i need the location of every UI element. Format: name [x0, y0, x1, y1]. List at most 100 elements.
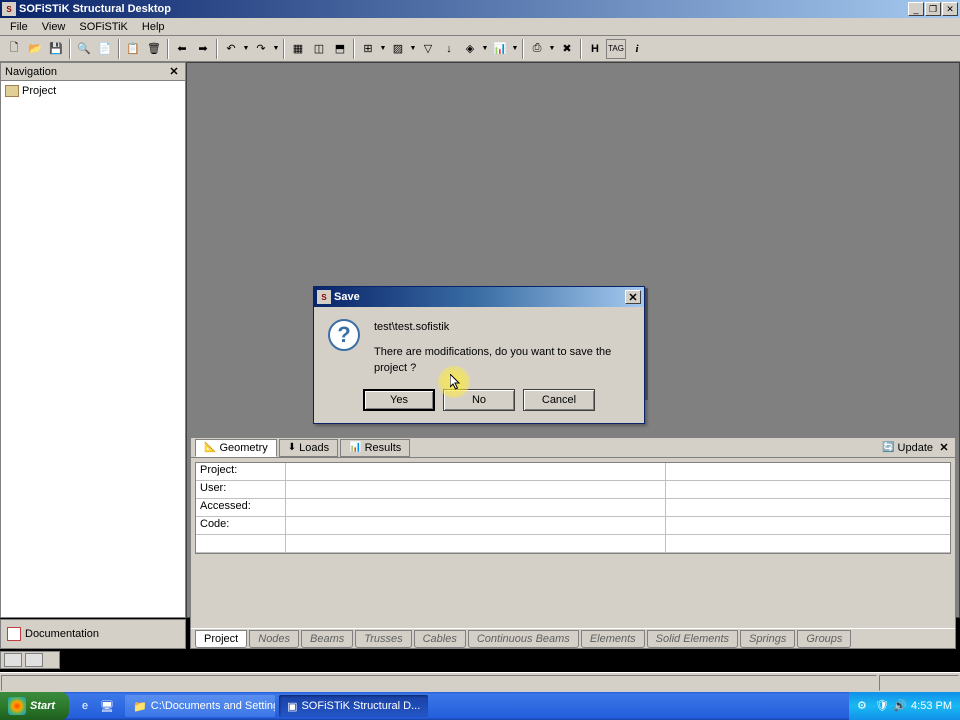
start-button[interactable]: Start	[0, 692, 69, 720]
undo-icon[interactable]: ↶	[221, 39, 241, 59]
clock[interactable]: 4:53 PM	[911, 700, 952, 712]
delete-icon[interactable]: 🗑	[144, 39, 164, 59]
mesh-icon[interactable]: ⊞	[358, 39, 378, 59]
tree-item-project[interactable]: Project	[4, 84, 182, 98]
window-icon[interactable]: ▦	[288, 39, 308, 59]
menu-file[interactable]: File	[4, 20, 34, 34]
outdent-icon[interactable]: ⬅	[172, 39, 192, 59]
tab-beams[interactable]: Beams	[301, 630, 353, 648]
menu-sofistik[interactable]: SOFiSTiK	[73, 20, 134, 34]
dialog-close-button[interactable]: ✕	[625, 290, 641, 304]
status-message	[1, 675, 877, 691]
desktop-icon[interactable]: 🖥	[97, 696, 117, 716]
tab-geometry[interactable]: 📐Geometry	[195, 439, 277, 457]
undo-dropdown[interactable]: ▼	[242, 45, 250, 52]
tab-project[interactable]: Project	[195, 630, 247, 648]
tab-continuous-beams[interactable]: Continuous Beams	[468, 630, 579, 648]
graph-icon[interactable]: 📊	[490, 39, 510, 59]
report-icon[interactable]: 📄	[95, 39, 115, 59]
task-explorer[interactable]: 📁 C:\Documents and Setting...	[125, 695, 275, 717]
doc-icon	[7, 627, 21, 641]
menu-view[interactable]: View	[36, 20, 72, 34]
split-v-icon[interactable]: ⬒	[330, 39, 350, 59]
nav-header: Navigation ✕	[1, 63, 185, 81]
panel-close-button[interactable]: ✕	[937, 441, 951, 454]
info-icon[interactable]: i	[627, 39, 647, 59]
tag-icon[interactable]: TAG	[606, 39, 626, 59]
yes-button[interactable]: Yes	[363, 389, 435, 411]
update-button[interactable]: 🔄Update	[878, 442, 937, 454]
app-icon: S	[2, 2, 16, 16]
ie-icon[interactable]: e	[75, 696, 95, 716]
tab-results[interactable]: 📊Results	[340, 439, 410, 457]
window-title: SOFiSTiK Structural Desktop	[19, 3, 908, 15]
dialog-message: There are modifications, do you want to …	[374, 344, 630, 377]
view-icon-2[interactable]	[25, 653, 43, 667]
info-table: Project: User: Accessed: Code:	[195, 462, 951, 554]
tray-icon-1[interactable]: ⚙	[857, 699, 871, 713]
dialog-titlebar: S Save ✕	[314, 287, 644, 307]
export-dropdown[interactable]: ▼	[548, 45, 556, 52]
copy-icon[interactable]: 📋	[123, 39, 143, 59]
element-icon[interactable]: ▨	[388, 39, 408, 59]
h-button[interactable]: H	[585, 39, 605, 59]
tab-solid-elements[interactable]: Solid Elements	[647, 630, 738, 648]
result-dropdown[interactable]: ▼	[481, 45, 489, 52]
results-icon: 📊	[349, 442, 361, 453]
element-dropdown[interactable]: ▼	[409, 45, 417, 52]
mesh-dropdown[interactable]: ▼	[379, 45, 387, 52]
nav-tree: Project	[1, 81, 185, 101]
tab-elements[interactable]: Elements	[581, 630, 645, 648]
tab-nodes[interactable]: Nodes	[249, 630, 299, 648]
tab-cables[interactable]: Cables	[414, 630, 466, 648]
tray-icon-3[interactable]: 🔊	[893, 699, 907, 713]
tab-loads[interactable]: ⬇Loads	[279, 439, 338, 457]
export-icon[interactable]: ⎙	[527, 39, 547, 59]
result-icon[interactable]: ◈	[460, 39, 480, 59]
status-field	[879, 675, 959, 691]
data-tabs: Project Nodes Beams Trusses Cables Conti…	[191, 628, 955, 648]
nav-title: Navigation	[5, 66, 167, 78]
windows-logo-icon	[8, 697, 26, 715]
statusbar	[0, 672, 960, 692]
row-user: User:	[196, 481, 950, 499]
tab-springs[interactable]: Springs	[740, 630, 795, 648]
restore-button[interactable]: ❐	[925, 2, 941, 16]
close-button[interactable]: ✕	[942, 2, 958, 16]
navigation-panel: Navigation ✕ Project	[0, 62, 186, 618]
dialog-text: test\test.sofistik There are modificatio…	[374, 319, 630, 377]
tab-groups[interactable]: Groups	[797, 630, 851, 648]
row-code: Code:	[196, 517, 950, 535]
open-icon[interactable]: 📂	[25, 39, 45, 59]
tab-trusses[interactable]: Trusses	[355, 630, 411, 648]
refresh-icon: 🔄	[882, 442, 894, 453]
redo-dropdown[interactable]: ▼	[272, 45, 280, 52]
support-icon[interactable]: ▽	[418, 39, 438, 59]
menu-help[interactable]: Help	[136, 20, 171, 34]
tray-icon-2[interactable]: 🛡	[875, 699, 889, 713]
view-icon-1[interactable]	[4, 653, 22, 667]
save-dialog: S Save ✕ ? test\test.sofistik There are …	[313, 286, 645, 424]
redo-icon[interactable]: ↷	[251, 39, 271, 59]
stop-icon[interactable]: ✖	[557, 39, 577, 59]
menubar: File View SOFiSTiK Help	[0, 18, 960, 36]
indent-icon[interactable]: ➡	[193, 39, 213, 59]
documentation-panel[interactable]: Documentation	[0, 619, 186, 649]
folder-icon	[5, 85, 19, 97]
nav-close-button[interactable]: ✕	[167, 65, 181, 79]
row-empty	[196, 535, 950, 553]
tree-label: Project	[22, 85, 56, 97]
bottom-panel: 📐Geometry ⬇Loads 📊Results 🔄Update ✕ Proj…	[190, 437, 956, 649]
split-h-icon[interactable]: ◫	[309, 39, 329, 59]
load-icon[interactable]: ↓	[439, 39, 459, 59]
graph-dropdown[interactable]: ▼	[511, 45, 519, 52]
task-sofistik[interactable]: ▣ SOFiSTiK Structural D...	[279, 695, 428, 717]
cancel-button[interactable]: Cancel	[523, 389, 595, 411]
minimize-button[interactable]: _	[908, 2, 924, 16]
find-icon[interactable]: 🔍	[74, 39, 94, 59]
no-button[interactable]: No	[443, 389, 515, 411]
save-icon[interactable]: 💾	[46, 39, 66, 59]
toolbar: 🗋 📂 💾 🔍 📄 📋 🗑 ⬅ ➡ ↶▼ ↷▼ ▦ ◫ ⬒ ⊞▼ ▨▼ ▽ ↓ …	[0, 36, 960, 62]
window-titlebar: S SOFiSTiK Structural Desktop _ ❐ ✕	[0, 0, 960, 18]
new-icon[interactable]: 🗋	[4, 39, 24, 59]
